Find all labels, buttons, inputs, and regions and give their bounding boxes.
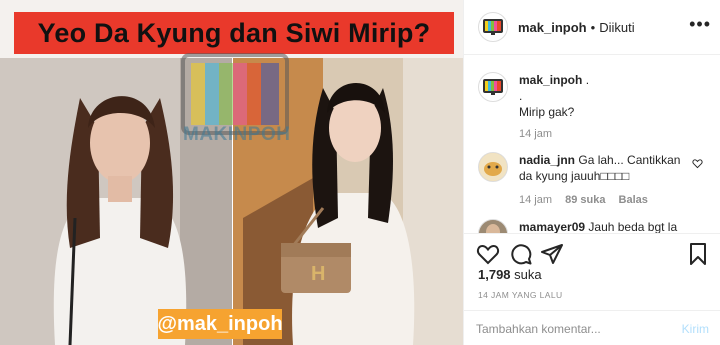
likes-label: suka — [514, 267, 542, 282]
reply-button[interactable]: Balas — [619, 194, 648, 206]
comment-bubble-icon[interactable] — [509, 242, 533, 266]
comment-text: Jauh beda bgt la — [588, 220, 678, 233]
avatar-image — [479, 220, 507, 233]
like-heart-icon[interactable] — [476, 242, 500, 266]
follow-status-button[interactable]: Diikuti — [599, 20, 634, 35]
post-header: mak_inpoh • Diikuti ••• — [464, 0, 720, 55]
share-send-icon[interactable] — [540, 242, 564, 266]
caption-time[interactable]: 14 jam — [519, 128, 552, 140]
comment-input[interactable] — [476, 319, 666, 339]
bookmark-icon[interactable] — [686, 242, 710, 266]
watermark-text: MAKINPOH — [183, 124, 291, 145]
handle-tag-text: @mak_inpoh — [157, 312, 283, 335]
tv-logo-icon — [483, 79, 503, 95]
more-horizontal-icon[interactable]: ••• — [689, 14, 711, 35]
banner-text: Yeo Da Kyung dan Siwi Mirip? — [37, 17, 431, 48]
comment-avatar[interactable] — [478, 152, 508, 182]
comment-form: Kirim — [464, 310, 720, 345]
likes-number: 1,798 — [478, 267, 511, 282]
comment-username[interactable]: mamayer09 — [519, 220, 585, 233]
action-icons-bar — [476, 242, 711, 266]
caption: mak_inpoh . . Mirip gak? 14 jam — [478, 72, 589, 142]
comment-item: mamayer09 Jauh beda bgt la — [478, 219, 677, 233]
svg-text:H: H — [311, 263, 325, 285]
tv-logo-icon — [483, 19, 503, 35]
header-username[interactable]: mak_inpoh — [518, 20, 587, 35]
post-timestamp[interactable]: 14 JAM YANG LALU — [478, 290, 563, 300]
caption-body: mak_inpoh . . Mirip gak? 14 jam — [519, 72, 589, 142]
header-separator: • — [590, 19, 596, 35]
caption-line-3: Mirip gak? — [519, 105, 575, 119]
caption-line-1: . — [585, 73, 590, 87]
comments-list[interactable]: mak_inpoh . . Mirip gak? 14 jam nadia_jn… — [464, 56, 720, 233]
comment-time[interactable]: 14 jam — [519, 194, 552, 206]
avatar-image — [479, 153, 507, 181]
caption-line-2: . — [519, 89, 523, 103]
handle-tag: @mak_inpoh — [157, 309, 283, 339]
caption-username[interactable]: mak_inpoh — [519, 73, 582, 87]
comment-like-heart-icon[interactable] — [692, 158, 703, 169]
comment-username[interactable]: nadia_jnn — [519, 153, 575, 167]
likes-count[interactable]: 1,798 suka — [478, 267, 542, 282]
post-media[interactable]: H Yeo Da Kyung dan Siwi Mirip? MAKINPOH … — [0, 0, 463, 345]
post-comment-button[interactable]: Kirim — [682, 322, 709, 336]
post-panel: mak_inpoh • Diikuti ••• mak_inpoh . . Mi… — [463, 0, 720, 345]
comment-item: nadia_jnn Ga lah... Cantikkan da kyung j… — [478, 152, 689, 208]
post-actions: 1,798 suka 14 JAM YANG LALU Kirim — [464, 233, 720, 344]
comment-likes[interactable]: 89 suka — [565, 194, 605, 206]
comment-body: mamayer09 Jauh beda bgt la — [519, 219, 677, 233]
comment-body: nadia_jnn Ga lah... Cantikkan da kyung j… — [519, 152, 689, 208]
comment-avatar[interactable] — [478, 219, 508, 233]
header-avatar[interactable] — [478, 12, 508, 42]
caption-avatar[interactable] — [478, 72, 508, 102]
tv-watermark-icon — [181, 53, 289, 135]
